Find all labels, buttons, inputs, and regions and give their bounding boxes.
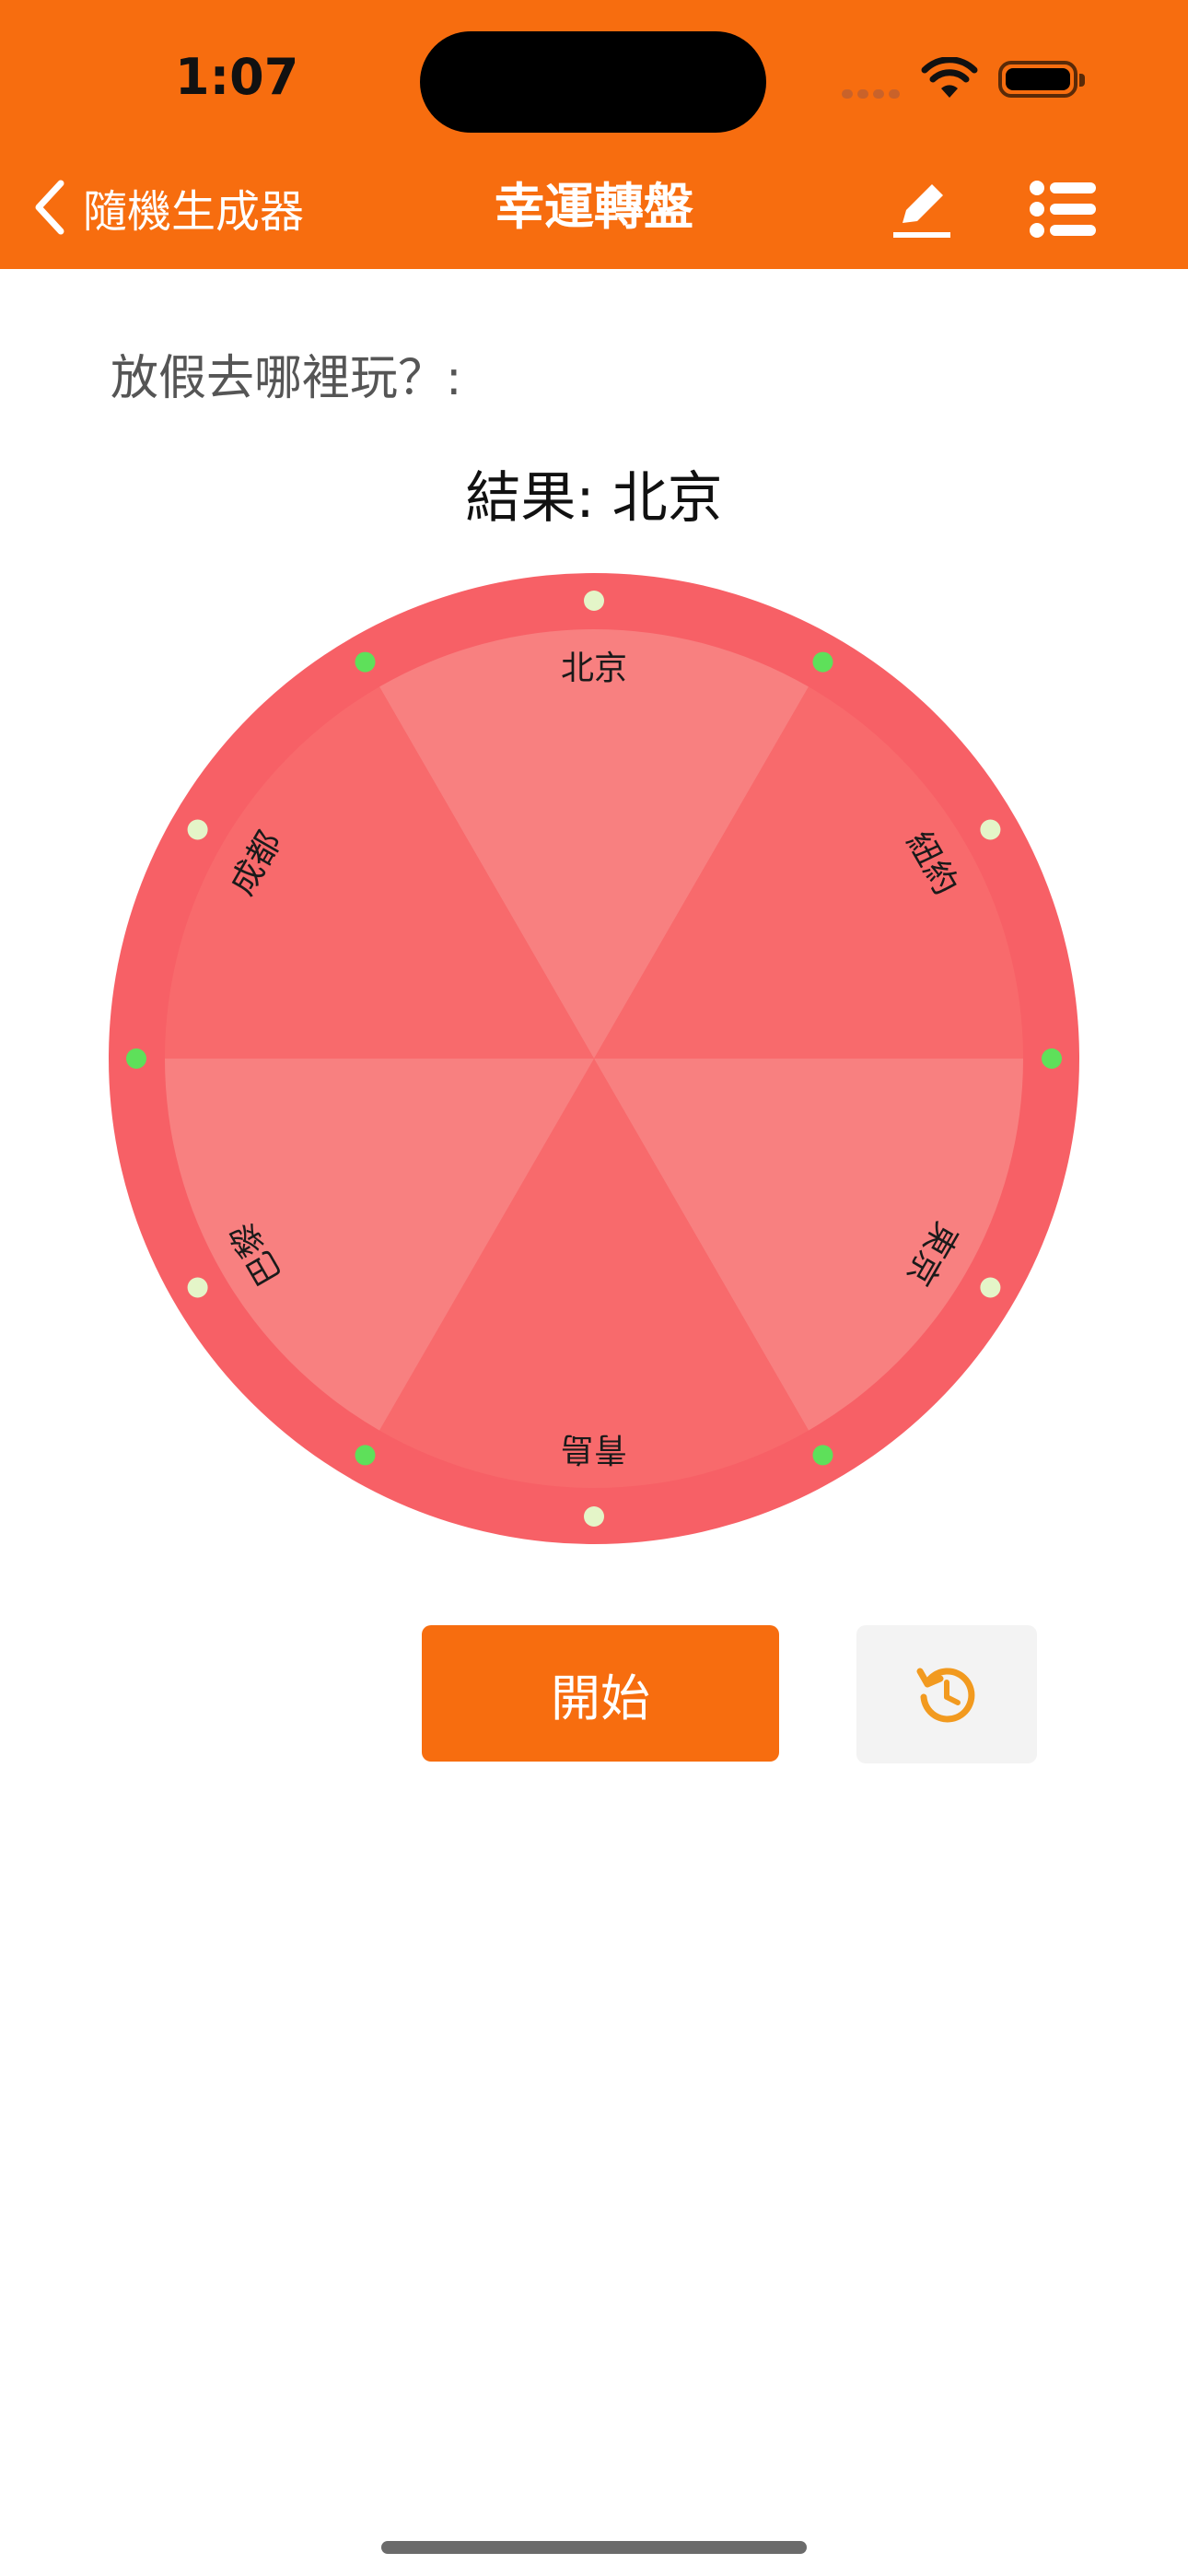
wheel-light-dot xyxy=(584,591,604,611)
wheel-light-dot xyxy=(812,651,833,673)
chevron-left-icon xyxy=(35,180,64,235)
question-label: 放假去哪裡玩？: xyxy=(111,351,462,406)
navigation-bar: 1:07 隨機生成器 幸運轉盤 xyxy=(0,0,1188,269)
result-text: 結果: 北京 xyxy=(0,453,1188,533)
wheel-light-dot xyxy=(187,819,208,840)
wheel-light-dot xyxy=(126,1048,146,1069)
wheel-light-dot xyxy=(584,1506,604,1527)
back-label: 隨機生成器 xyxy=(83,186,305,238)
history-reset-icon xyxy=(916,1668,975,1723)
cellular-signal-icon xyxy=(842,85,904,102)
list-icon[interactable] xyxy=(1030,179,1096,240)
result-value: 北京 xyxy=(611,466,723,531)
wheel-segment-label: 北京 xyxy=(561,650,627,687)
status-time: 1:07 xyxy=(175,48,299,106)
dynamic-island xyxy=(420,31,766,133)
back-button[interactable]: 隨機生成器 xyxy=(28,175,304,240)
wheel-light-dot xyxy=(980,1277,1001,1298)
wheel-light-dot xyxy=(355,651,376,673)
pencil-icon[interactable] xyxy=(890,177,954,241)
home-indicator xyxy=(381,2541,807,2554)
start-button[interactable]: 開始 xyxy=(422,1625,779,1762)
battery-icon xyxy=(998,61,1085,98)
result-label: 結果: xyxy=(465,466,612,531)
wheel-light-dot xyxy=(812,1445,833,1466)
wheel-light-dot xyxy=(355,1445,376,1466)
wheel-light-dot xyxy=(187,1277,208,1298)
wheel-light-dot xyxy=(1042,1048,1062,1069)
wheel-light-dot xyxy=(980,819,1001,840)
spin-wheel[interactable]: 北京紐約東京青島巴黎成都 xyxy=(107,571,1081,1546)
wifi-icon xyxy=(921,57,978,98)
reset-button[interactable] xyxy=(856,1625,1037,1763)
wheel-segment-label: 青島 xyxy=(561,1430,627,1468)
